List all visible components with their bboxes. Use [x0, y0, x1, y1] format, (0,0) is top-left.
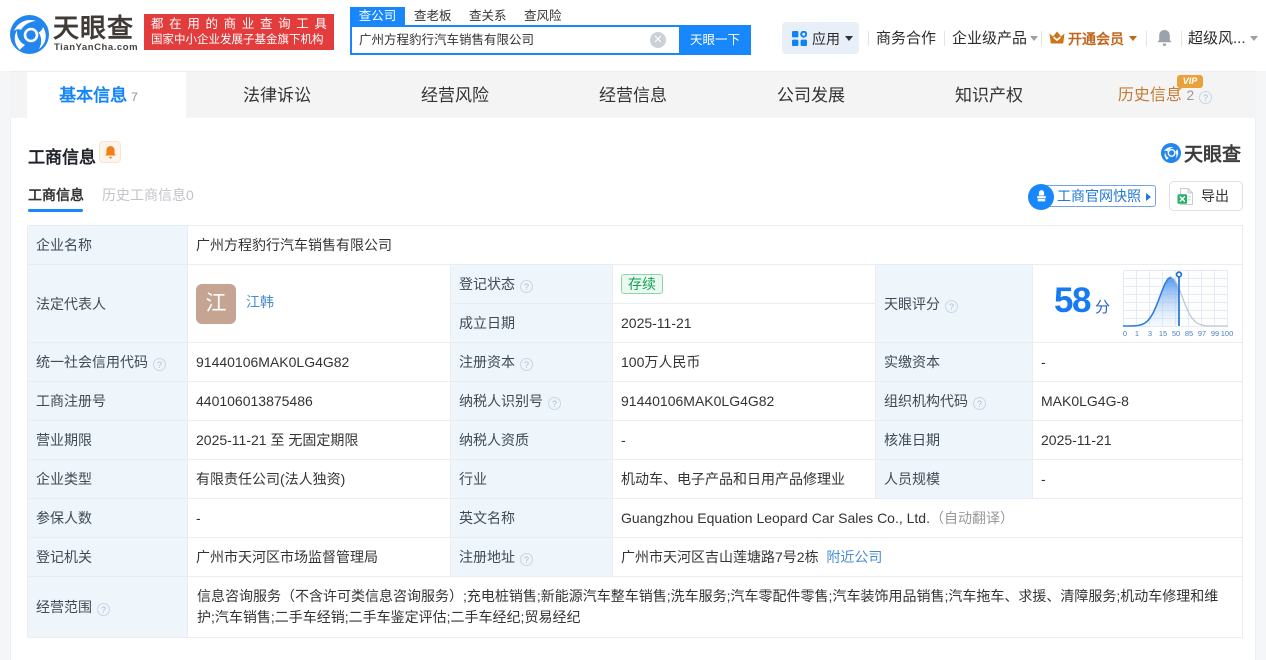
svg-text:天眼查: 天眼查 — [1184, 143, 1242, 166]
svg-text:99: 99 — [1211, 329, 1219, 338]
svg-text:1: 1 — [1135, 329, 1139, 338]
svg-text:50: 50 — [1172, 329, 1180, 338]
svg-text:15: 15 — [1159, 329, 1167, 338]
svg-text:85: 85 — [1185, 329, 1193, 338]
svg-text:0: 0 — [1123, 329, 1127, 338]
svg-text:3: 3 — [1148, 329, 1152, 338]
svg-text:100: 100 — [1221, 329, 1234, 338]
svg-text:97: 97 — [1198, 329, 1206, 338]
